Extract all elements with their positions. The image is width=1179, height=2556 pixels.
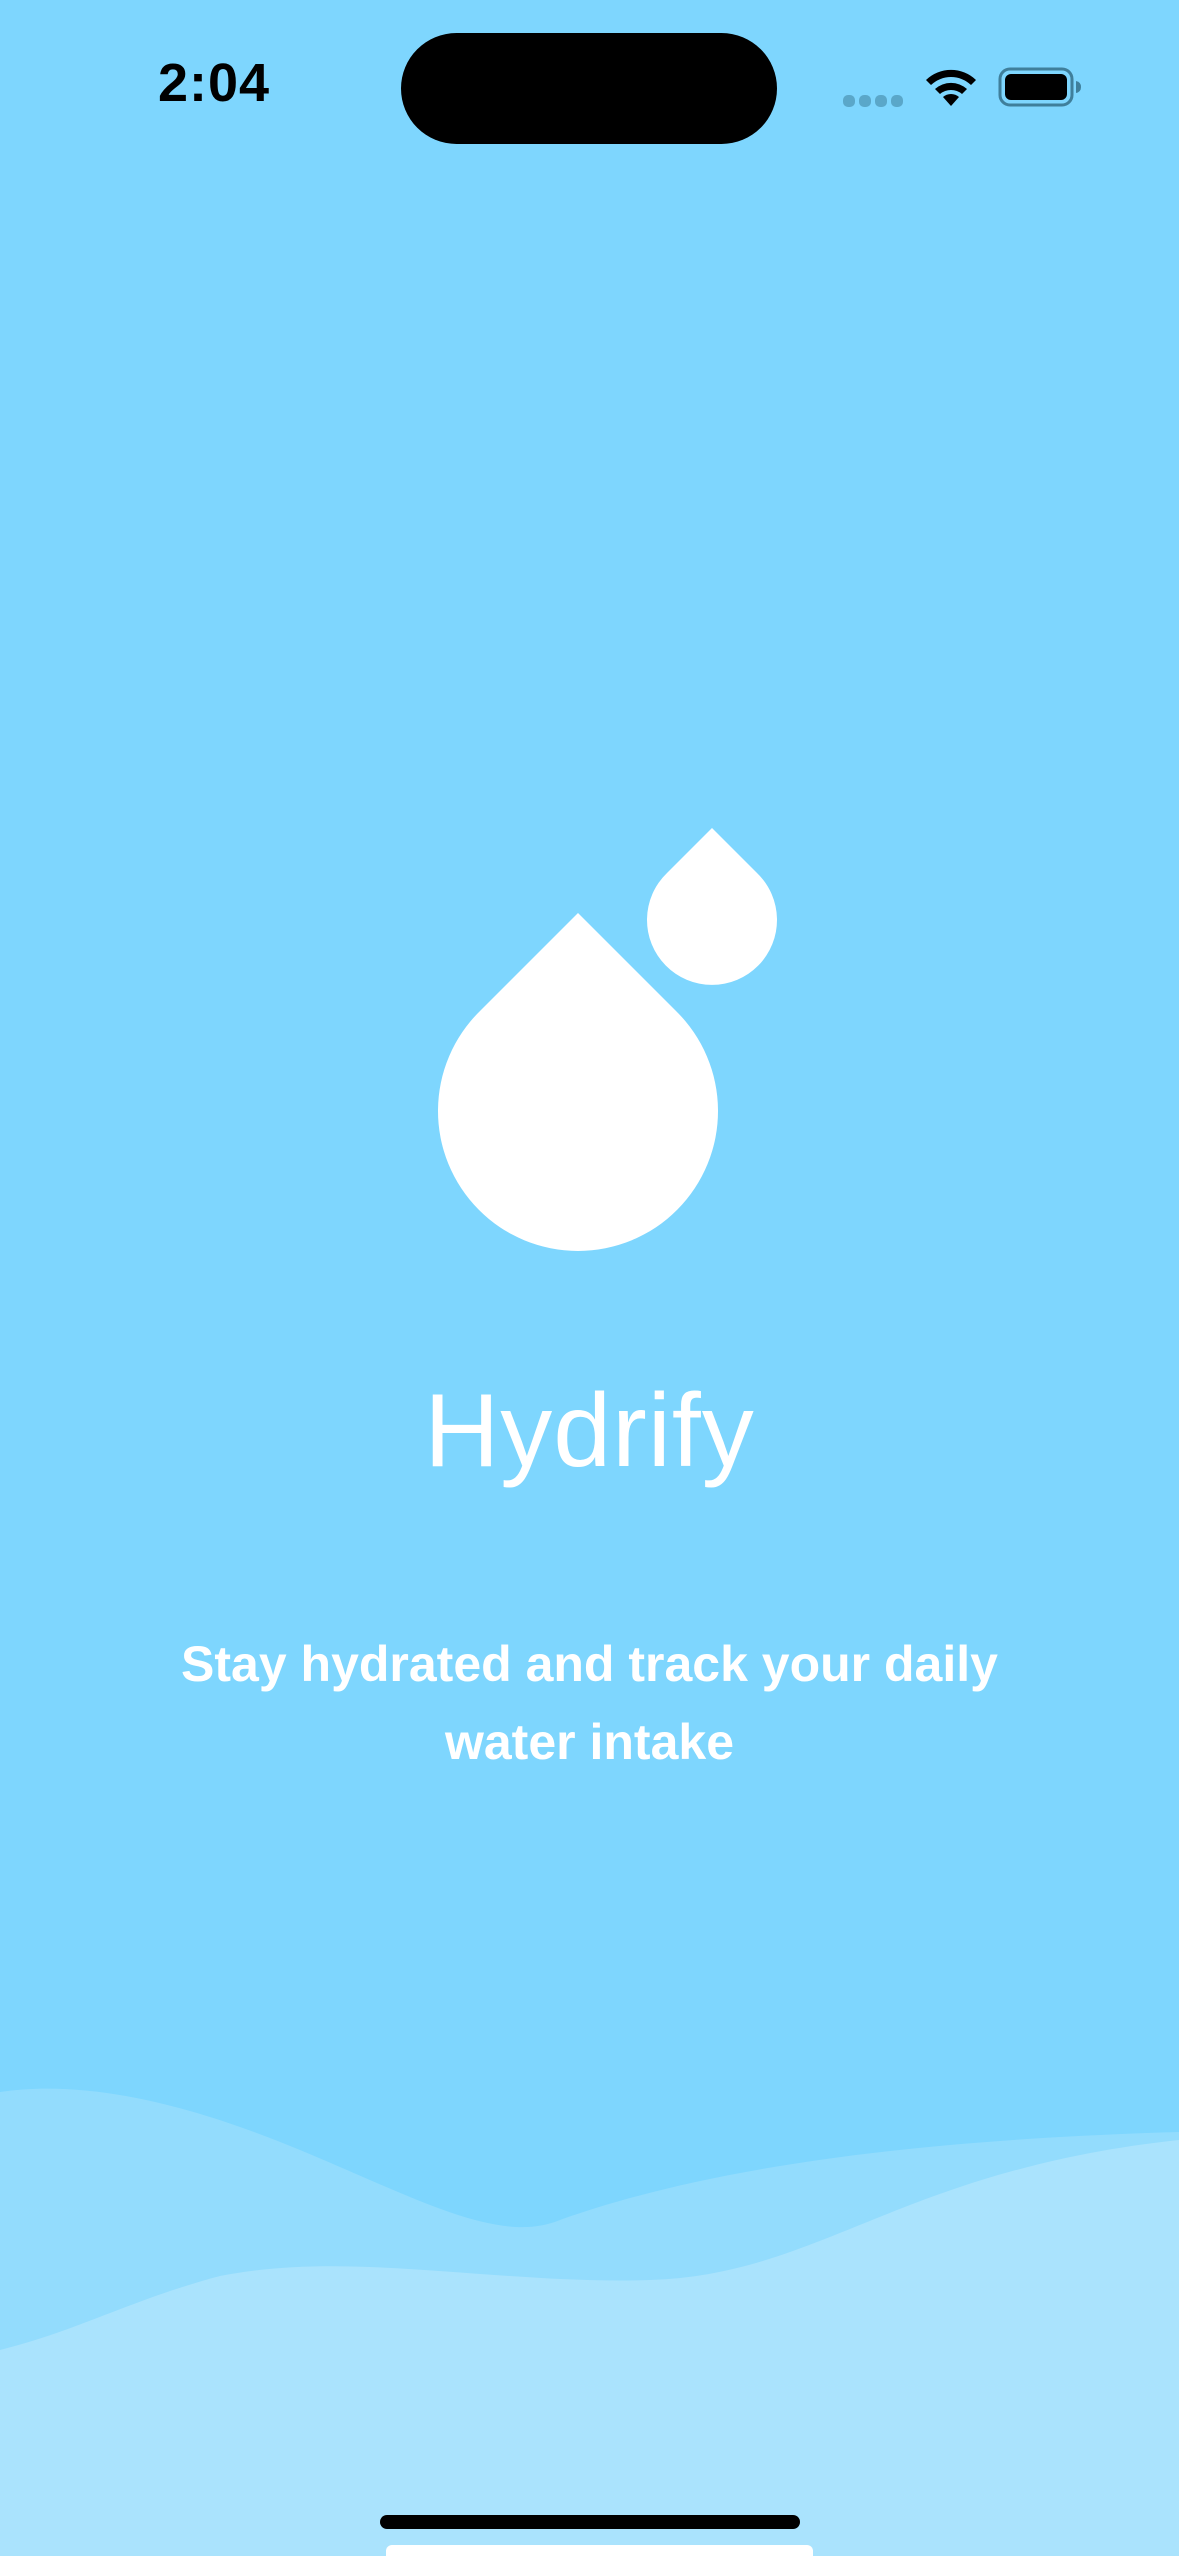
app-title: Hydrify bbox=[424, 1373, 755, 1489]
wave-decoration bbox=[0, 2088, 1179, 2556]
app-tagline: Stay hydrated and track your daily water… bbox=[181, 1636, 998, 1770]
home-indicator[interactable] bbox=[380, 2515, 800, 2529]
bottom-sheet-edge bbox=[386, 2545, 813, 2556]
status-time: 2:04 bbox=[158, 53, 271, 113]
dynamic-island bbox=[401, 33, 777, 144]
cellular-signal-icon bbox=[843, 95, 903, 107]
battery-icon bbox=[998, 67, 1081, 107]
wifi-icon bbox=[926, 69, 976, 106]
water-drops-icon bbox=[438, 828, 777, 1251]
status-bar: 2:04 bbox=[0, 0, 1179, 170]
